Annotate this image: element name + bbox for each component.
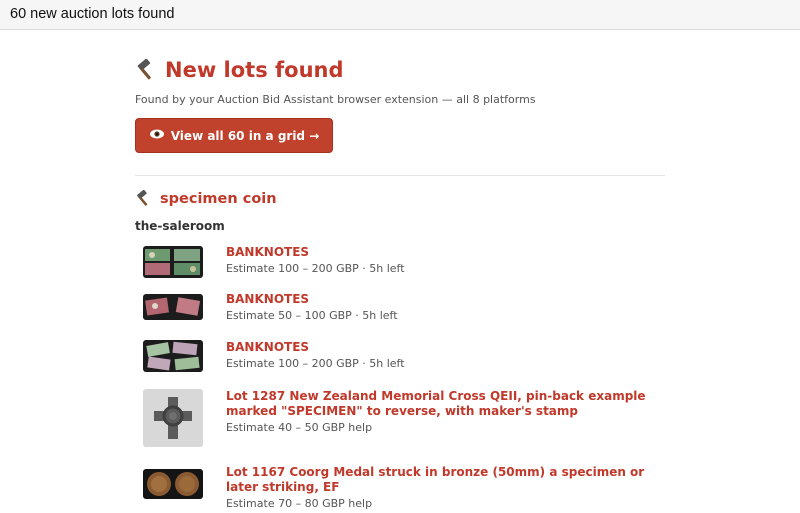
email-content: New lots found Found by your Auction Bid…: [135, 31, 665, 510]
page-title-text: New lots found: [165, 58, 344, 82]
view-all-button[interactable]: View all 60 in a grid →: [135, 118, 333, 153]
search-query-heading: specimen coin: [135, 190, 665, 207]
memorial-cross-image: [143, 389, 203, 447]
lot-title-link[interactable]: BANKNOTES: [226, 245, 656, 260]
search-query-text: specimen coin: [160, 190, 277, 207]
banknotes-image: [143, 340, 203, 372]
lot-meta: Estimate 70 – 80 GBP help: [226, 497, 373, 510]
eye-icon: [149, 128, 165, 143]
lot-meta: Estimate 50 – 100 GBP · 5h left: [226, 309, 398, 322]
view-all-label: View all 60 in a grid →: [170, 128, 320, 143]
section-divider: [135, 175, 665, 176]
hammer-icon: [137, 190, 148, 206]
subtitle: Found by your Auction Bid Assistant brow…: [135, 93, 536, 106]
bronze-medal-image: [143, 469, 203, 499]
lot-meta: Estimate 100 – 200 GBP · 5h left: [226, 262, 405, 275]
lot-title-link[interactable]: Lot 1287 New Zealand Memorial Cross QEII…: [226, 389, 656, 419]
page-title: New lots found: [135, 57, 665, 83]
lot-title-link[interactable]: BANKNOTES: [226, 340, 656, 355]
platform-name: the-saleroom: [135, 219, 225, 233]
banknotes-image: [143, 246, 203, 278]
hammer-icon: [137, 59, 151, 80]
lot-title-link[interactable]: Lot 1167 Coorg Medal struck in bronze (5…: [226, 465, 656, 495]
banknotes-image: [143, 294, 203, 320]
window-title-bar: 60 new auction lots found: [0, 0, 800, 30]
lot-title-link[interactable]: BANKNOTES: [226, 292, 656, 307]
lot-meta: Estimate 100 – 200 GBP · 5h left: [226, 357, 405, 370]
window-title: 60 new auction lots found: [10, 6, 175, 22]
lot-meta: Estimate 40 – 50 GBP help: [226, 421, 373, 434]
